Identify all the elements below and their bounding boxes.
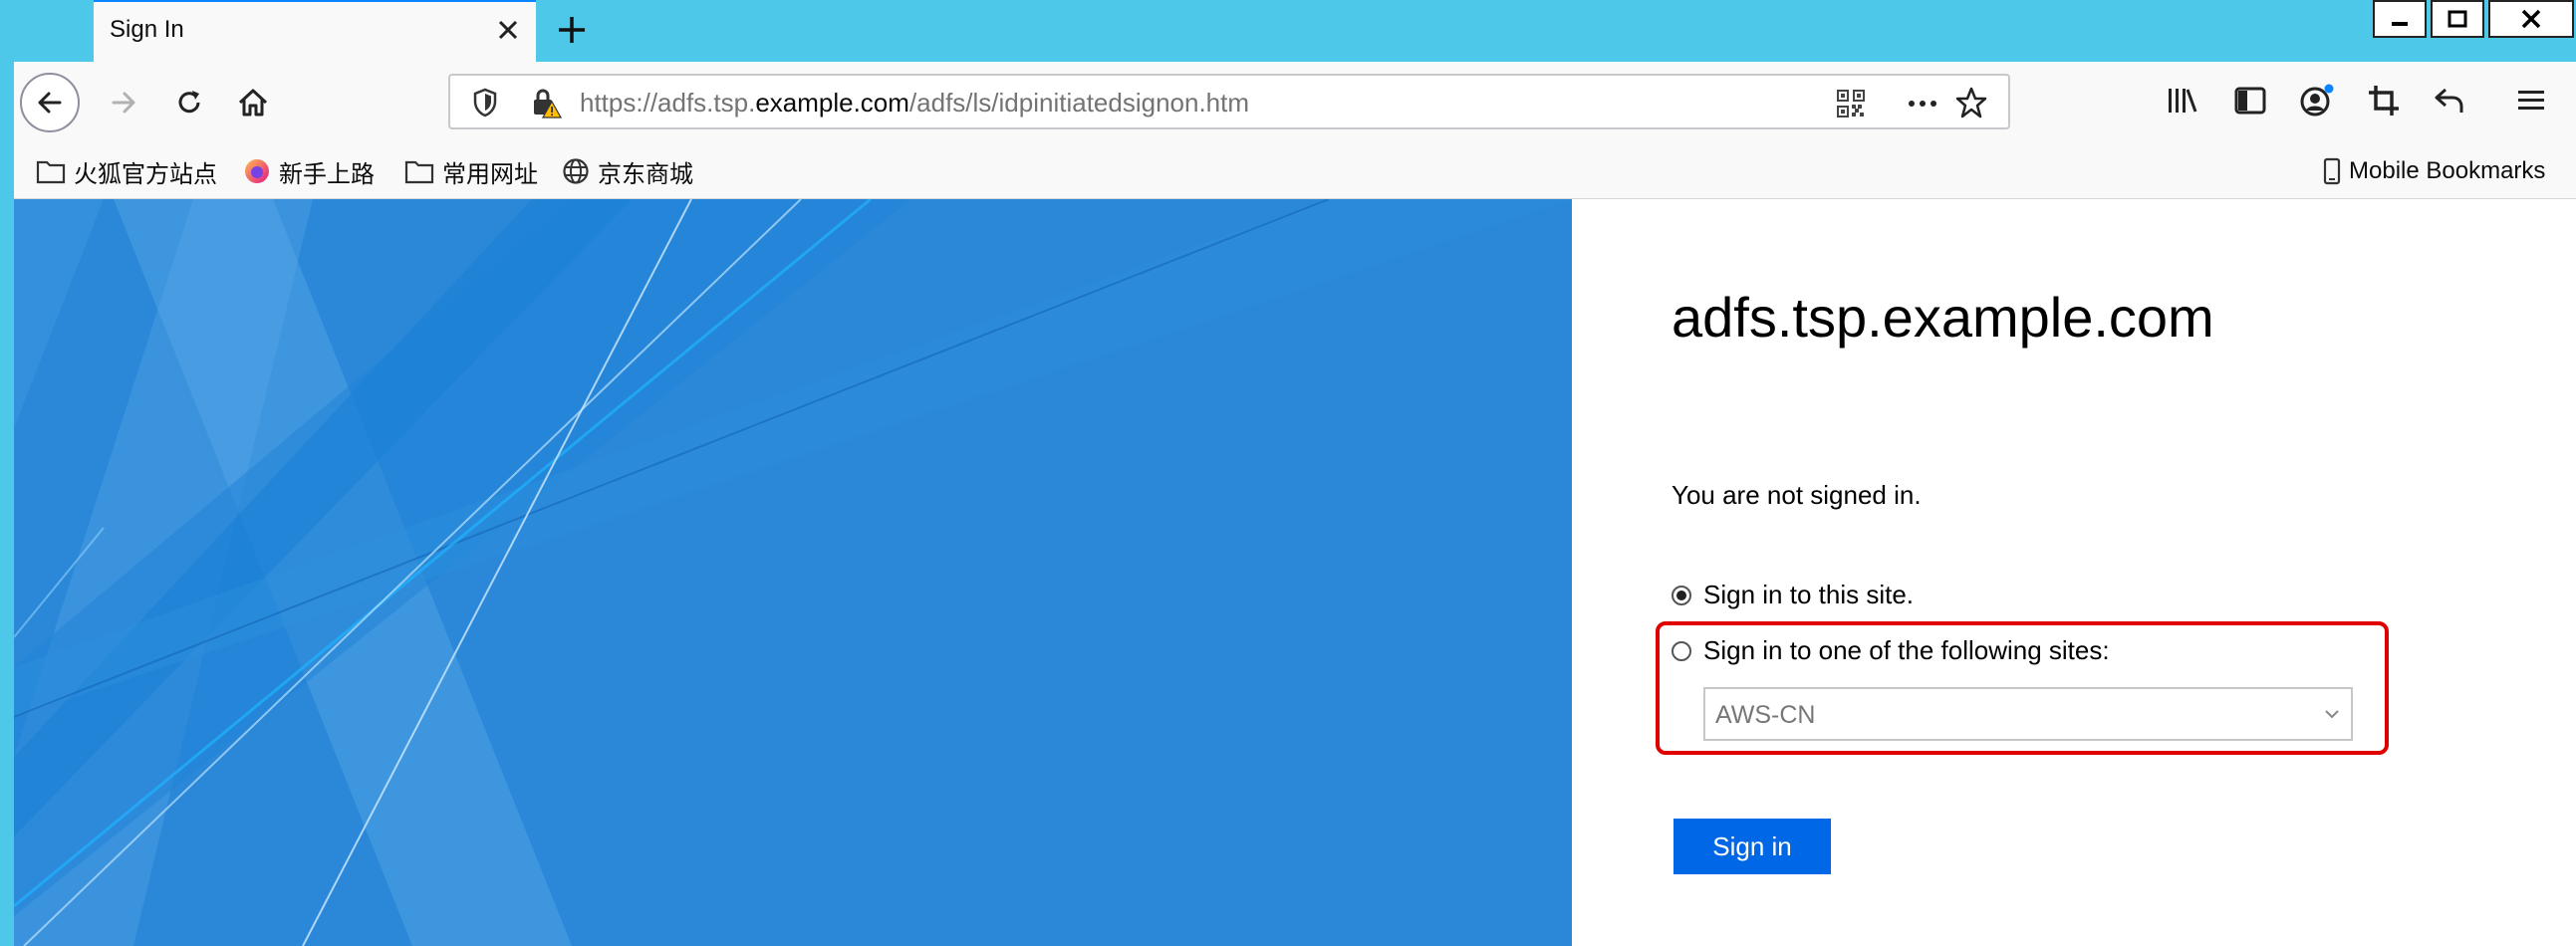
selected-site: AWS-CN [1715,701,1816,729]
arrow-right-icon [112,92,135,114]
maximize-button[interactable] [2431,0,2484,38]
navigation-toolbar: https://adfs.tsp.example.com/adfs/ls/idp… [14,62,2576,143]
bookmarks-toolbar: 火狐官方站点 新手上路 常用网址 京东商城 Mobile Bookmarks [14,143,2576,199]
close-icon [2521,9,2541,29]
more-icon[interactable] [1907,90,1938,118]
relying-party-select[interactable]: AWS-CN [1703,687,2353,741]
folder-icon [36,160,66,184]
url-domain: example.com [755,88,909,118]
tab-title: Sign In [110,16,184,43]
sign-in-button[interactable]: Sign in [1674,819,1831,874]
sign-in-this-site-radio[interactable] [1672,585,1691,605]
close-window-button[interactable] [2488,0,2574,38]
arrow-left-icon [38,92,62,114]
minimize-button[interactable] [2373,0,2427,38]
home-icon [238,89,268,117]
globe-icon [563,158,589,184]
shield-icon[interactable] [472,88,498,118]
chevron-down-icon [2325,710,2339,719]
sign-in-other-site-option[interactable]: Sign in to one of the following sites: [1672,635,2110,666]
undo-icon[interactable] [2433,84,2466,118]
back-button-circle[interactable] [20,73,80,132]
address-bar[interactable]: https://adfs.tsp.example.com/adfs/ls/idp… [448,74,2010,129]
bookmark-label: 新手上路 [279,160,375,188]
url-text[interactable]: https://adfs.tsp.example.com/adfs/ls/idp… [580,88,1249,118]
home-button[interactable] [223,62,283,143]
sign-in-this-site-option[interactable]: Sign in to this site. [1672,580,1914,610]
bookmark-folder-common-sites[interactable]: 常用网址 [404,143,538,199]
background-illustration [14,199,1572,946]
url-prefix: https://adfs.tsp. [580,88,756,118]
sidebar-icon[interactable] [2233,84,2267,118]
account-icon[interactable] [2299,84,2335,118]
bookmark-getting-started[interactable]: 新手上路 [243,143,375,199]
close-icon[interactable] [494,16,522,44]
sign-in-this-site-label[interactable]: Sign in to this site. [1703,580,1914,610]
mobile-phone-icon [2323,157,2341,185]
hamburger-icon[interactable] [2514,84,2548,118]
crop-icon[interactable] [2367,84,2401,118]
sign-in-other-site-label[interactable]: Sign in to one of the following sites: [1703,635,2110,666]
firefox-icon [245,159,269,183]
url-path: /adfs/ls/idpinitiatedsignon.htm [908,88,1250,118]
maximize-icon [2447,10,2467,28]
mobile-bookmarks[interactable]: Mobile Bookmarks [2323,143,2545,199]
sign-in-other-site-radio[interactable] [1672,640,1691,661]
decorative-light-rays [14,199,1572,946]
bookmark-jd-mall[interactable]: 京东商城 [562,143,693,199]
library-icon[interactable] [2166,84,2199,118]
page-title: adfs.tsp.example.com [1672,286,2214,349]
plus-icon[interactable] [554,12,590,48]
tab-sign-in[interactable]: Sign In [94,0,536,62]
qr-code-icon[interactable] [1837,90,1865,118]
sign-in-panel: adfs.tsp.example.com You are not signed … [1572,199,2576,946]
bookmark-label: 火狐官方站点 [74,160,217,188]
reload-button[interactable] [159,62,219,143]
page-content: adfs.tsp.example.com You are not signed … [14,199,2576,946]
bookmark-folder-firefox-official[interactable]: 火狐官方站点 [36,143,217,199]
sign-in-status-text: You are not signed in. [1672,480,1922,510]
bookmark-label: 常用网址 [442,160,538,188]
minimize-icon [2392,22,2408,26]
star-icon[interactable] [1954,86,1988,119]
back-button[interactable] [18,62,82,143]
forward-button[interactable] [94,62,153,143]
mobile-bookmarks-label: Mobile Bookmarks [2349,157,2546,184]
bookmark-label: 京东商城 [598,160,693,188]
title-bar: Sign In [0,0,2576,62]
reload-icon [178,91,200,114]
folder-icon [404,160,434,184]
lock-warning-icon[interactable] [530,87,562,118]
